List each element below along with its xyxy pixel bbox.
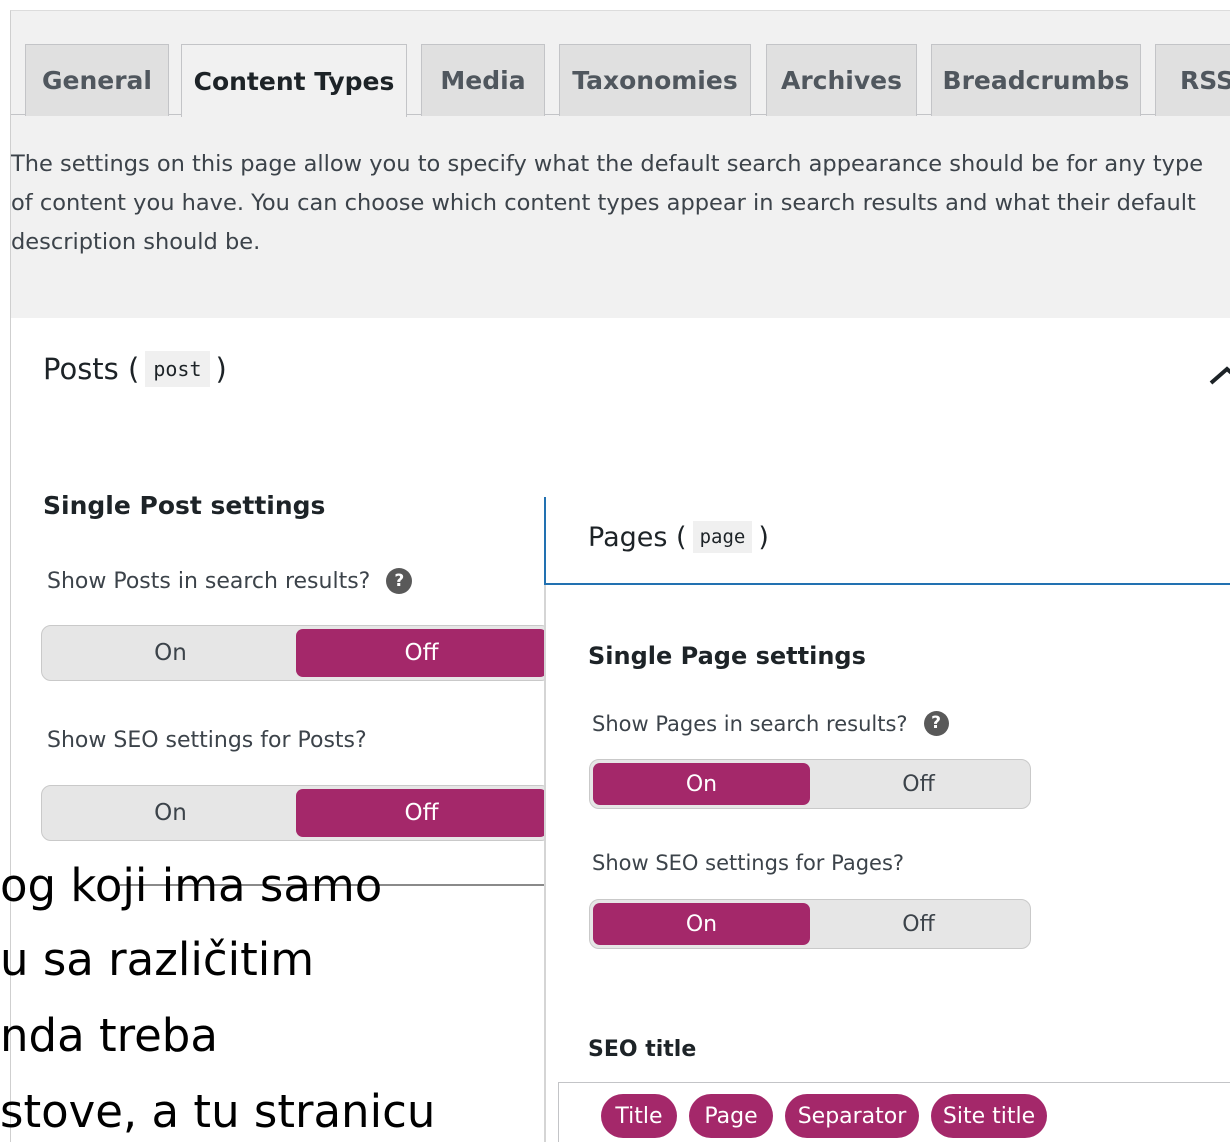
tab-bar: General Content Types Media Taxonomies A… xyxy=(11,11,1230,117)
help-icon[interactable]: ? xyxy=(386,568,413,594)
posts-search-toggle[interactable]: On Off xyxy=(41,625,551,681)
pages-seo-question: Show SEO settings for Pages? xyxy=(592,851,904,875)
help-icon[interactable]: ? xyxy=(923,711,949,736)
pages-search-on-option[interactable]: On xyxy=(593,763,810,805)
pages-search-toggle[interactable]: On Off xyxy=(589,759,1031,809)
posts-seo-toggle[interactable]: On Off xyxy=(41,785,551,841)
snippet-variable-page[interactable]: Page xyxy=(689,1094,773,1138)
posts-post-type-code: post xyxy=(145,351,210,387)
tab-breadcrumbs[interactable]: Breadcrumbs xyxy=(931,44,1141,116)
posts-title-text: Posts ( xyxy=(43,352,140,386)
posts-search-question-text: Show Posts in search results? xyxy=(47,568,371,594)
pages-search-question: Show Pages in search results? ? xyxy=(592,711,949,736)
pages-section: Pages ( page ) Single Page settings Show… xyxy=(544,497,1230,1142)
single-post-settings-heading: Single Post settings xyxy=(43,491,326,520)
tab-content-types[interactable]: Content Types xyxy=(181,44,407,117)
posts-seo-question: Show SEO settings for Posts? xyxy=(47,728,367,753)
snippet-variable-separator[interactable]: Separator xyxy=(785,1094,919,1138)
caption-line-4: stove, a tu stranicu xyxy=(0,1085,436,1138)
posts-seo-question-text: Show SEO settings for Posts? xyxy=(47,728,367,753)
pages-search-off-option[interactable]: Off xyxy=(810,763,1027,805)
pages-seo-off-option[interactable]: Off xyxy=(810,903,1027,945)
pages-seo-toggle[interactable]: On Off xyxy=(589,899,1031,949)
pages-seo-on-option[interactable]: On xyxy=(593,903,810,945)
snippet-variable-title[interactable]: Title xyxy=(601,1094,677,1138)
posts-search-question: Show Posts in search results? ? xyxy=(47,568,413,594)
pages-title-text: Pages ( xyxy=(588,521,687,553)
intro-text: The settings on this page allow you to s… xyxy=(11,151,1204,255)
posts-section-title[interactable]: Posts ( post ) xyxy=(43,351,227,387)
tab-rss[interactable]: RSS xyxy=(1155,44,1230,116)
posts-seo-on-option[interactable]: On xyxy=(45,789,296,837)
pages-section-header[interactable]: Pages ( page ) xyxy=(544,497,1230,585)
posts-search-on-option[interactable]: On xyxy=(45,629,296,677)
caption-line-2: u sa različitim xyxy=(0,933,315,986)
caption-line-3: nda treba xyxy=(0,1009,218,1062)
pages-post-type-code: page xyxy=(692,521,753,553)
pages-title-end: ) xyxy=(758,521,769,553)
snippet-variable-site-title[interactable]: Site title xyxy=(931,1094,1047,1138)
tab-taxonomies[interactable]: Taxonomies xyxy=(559,44,751,116)
pages-seo-question-text: Show SEO settings for Pages? xyxy=(592,851,905,875)
posts-search-off-option[interactable]: Off xyxy=(296,629,547,677)
pages-section-title: Pages ( page ) xyxy=(588,521,769,553)
posts-title-end: ) xyxy=(215,352,227,386)
tab-general[interactable]: General xyxy=(25,44,169,116)
caption-line-1: og koji ima samo xyxy=(0,859,383,912)
tab-archives[interactable]: Archives xyxy=(766,44,917,116)
seo-title-label: SEO title xyxy=(588,1037,697,1062)
posts-seo-off-option[interactable]: Off xyxy=(296,789,547,837)
chevron-up-icon[interactable] xyxy=(1207,363,1230,387)
pages-search-question-text: Show Pages in search results? xyxy=(592,711,908,736)
single-page-settings-heading: Single Page settings xyxy=(588,642,866,670)
tab-media[interactable]: Media xyxy=(421,44,545,116)
